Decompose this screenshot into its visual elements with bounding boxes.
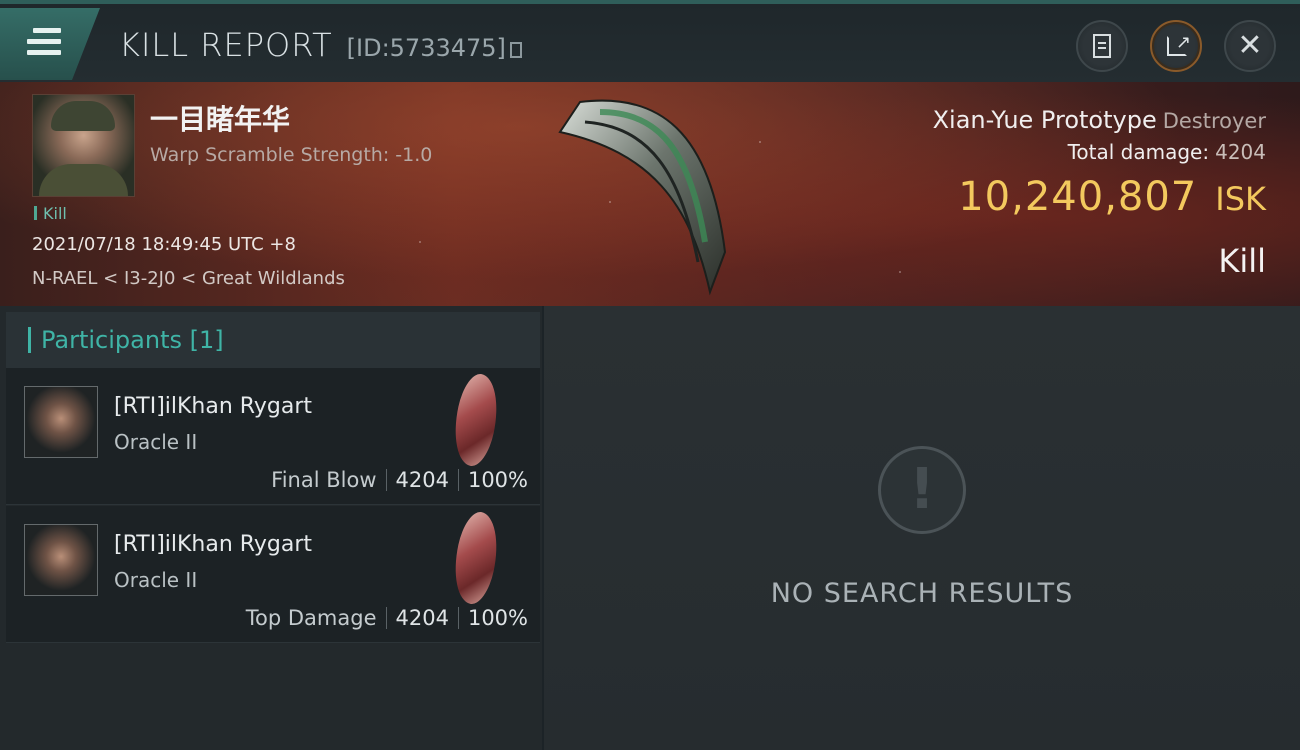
- participant-row[interactable]: [RTI]ilKhan Rygart Oracle II Final Blow …: [6, 368, 540, 505]
- kill-datetime: 2021/07/18 18:49:45 UTC +8: [32, 234, 296, 255]
- share-arrow-icon: ↗: [1176, 32, 1192, 53]
- participants-header: Participants [1]: [6, 312, 540, 370]
- attacker-name: [RTI]ilKhan Rygart: [114, 394, 313, 419]
- divider: [385, 469, 387, 491]
- kill-tag: Kill: [34, 204, 67, 223]
- page-title: KILL REPORT: [119, 26, 333, 64]
- attacker-stats: Top Damage 4204 100%: [246, 606, 528, 630]
- total-damage-label: Total damage:: [1067, 140, 1210, 164]
- document-icon: [1093, 34, 1111, 58]
- divider: [457, 469, 459, 491]
- participants-panel: Participants [1] [RTI]ilKhan Rygart Orac…: [0, 306, 542, 750]
- victim-ship-line: Xian-Yue Prototype Destroyer: [933, 106, 1266, 134]
- top-bar: KILL REPORT [ID:5733475] ↗ ✕: [0, 0, 1300, 82]
- attacker-ship-icon[interactable]: [446, 508, 506, 608]
- document-button[interactable]: [1076, 20, 1128, 72]
- isk-value: 10,240,807: [958, 174, 1198, 220]
- victim-ship-class: Destroyer: [1162, 109, 1266, 133]
- attacker-ship: Oracle II: [114, 430, 198, 454]
- top-actions: ↗ ✕: [1076, 20, 1276, 72]
- warp-scramble-strength: Warp Scramble Strength: -1.0: [150, 144, 433, 166]
- no-results-message: NO SEARCH RESULTS: [770, 578, 1074, 609]
- victim-ship-image[interactable]: [540, 92, 750, 302]
- copy-icon[interactable]: [509, 42, 522, 58]
- attacker-ship: Oracle II: [114, 568, 198, 592]
- attacker-percent: 100%: [467, 606, 528, 630]
- portrait-coat: [39, 164, 128, 196]
- close-icon: ✕: [1237, 28, 1263, 63]
- attacker-role: Top Damage: [245, 606, 377, 630]
- attacker-damage: 4204: [395, 468, 449, 492]
- attacker-ship-icon[interactable]: [446, 370, 506, 470]
- participants-title: Participants [1]: [41, 326, 224, 354]
- attacker-portrait[interactable]: [24, 524, 98, 596]
- menu-icon: [27, 28, 61, 61]
- isk-unit: ISK: [1215, 180, 1266, 218]
- participant-row[interactable]: [RTI]ilKhan Rygart Oracle II Top Damage …: [6, 506, 540, 643]
- header-accent-bar: [28, 327, 31, 353]
- total-damage-value: 4204: [1215, 140, 1266, 164]
- victim-pilot-name[interactable]: 一目睹年华: [150, 98, 290, 138]
- kill-location[interactable]: N-RAEL < I3-2J0 < Great Wildlands: [32, 268, 345, 289]
- menu-button[interactable]: [0, 8, 100, 80]
- victim-portrait[interactable]: [32, 94, 135, 197]
- attacker-stats: Final Blow 4204 100%: [271, 468, 528, 492]
- close-button[interactable]: ✕: [1224, 20, 1276, 72]
- victim-ship-name[interactable]: Xian-Yue Prototype: [933, 106, 1157, 134]
- results-panel: ! NO SEARCH RESULTS: [544, 306, 1300, 750]
- attacker-role: Final Blow: [271, 468, 377, 492]
- kill-banner: 一目睹年华 Warp Scramble Strength: -1.0 Kill …: [0, 82, 1300, 306]
- divider: [457, 607, 459, 629]
- portrait-cap: [51, 101, 115, 131]
- exclamation-icon: !: [878, 446, 966, 534]
- kill-status: Kill: [1218, 242, 1266, 280]
- divider: [385, 607, 387, 629]
- attacker-name: [RTI]ilKhan Rygart: [114, 532, 313, 557]
- isk-line: 10,240,807 ISK: [958, 174, 1266, 220]
- title-area: KILL REPORT [ID:5733475]: [119, 26, 522, 64]
- report-id: [ID:5733475]: [346, 34, 506, 62]
- attacker-percent: 100%: [467, 468, 528, 492]
- total-damage-line: Total damage: 4204: [1068, 140, 1266, 164]
- attacker-portrait[interactable]: [24, 386, 98, 458]
- share-button[interactable]: ↗: [1150, 20, 1202, 72]
- attacker-damage: 4204: [395, 606, 449, 630]
